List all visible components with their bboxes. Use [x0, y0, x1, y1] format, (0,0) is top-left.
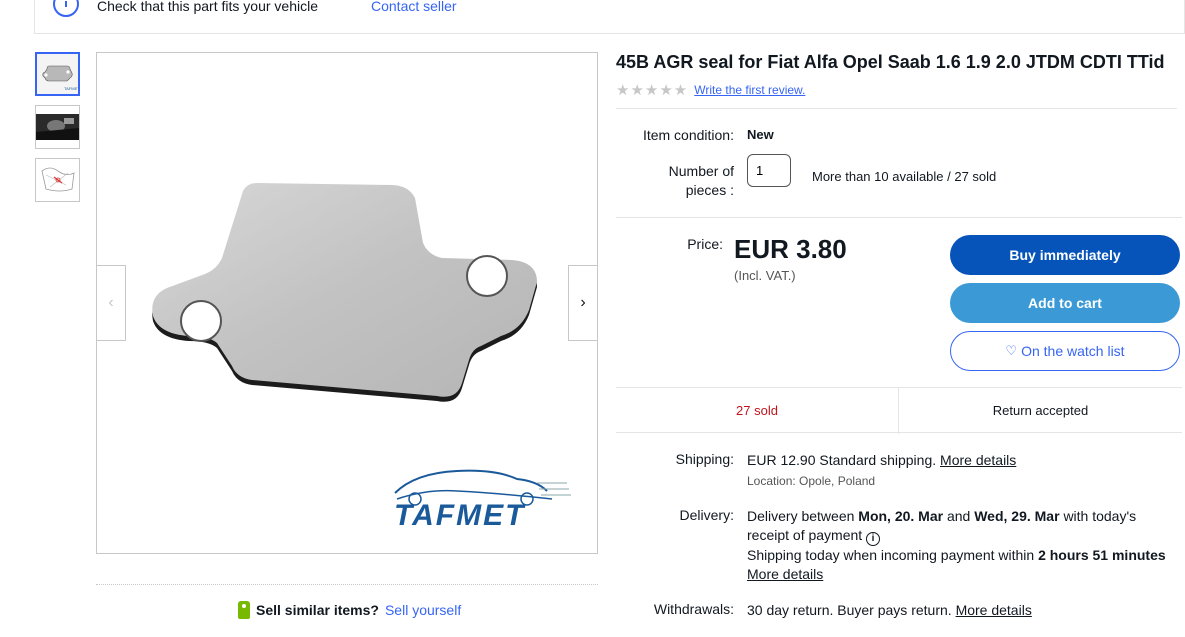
divider [96, 584, 598, 585]
add-to-cart-button[interactable]: Add to cart [950, 283, 1180, 323]
rating-row: ★★★★★ Write the first review. [616, 81, 805, 99]
returns-more-details-link[interactable]: More details [956, 602, 1032, 618]
withdrawals-details: 30 day return. Buyer pays return. More d… [747, 601, 1032, 620]
delivery-prefix: Delivery between [747, 508, 855, 524]
chevron-right-icon: › [580, 294, 586, 311]
item-location: Location: Opole, Poland [747, 474, 876, 488]
delivery-date-from: Mon, 20. Mar [858, 508, 944, 524]
shipping-price: EUR 12.90 [747, 452, 816, 468]
returns-status: Return accepted [992, 403, 1089, 418]
buy-now-button[interactable]: Buy immediately [950, 235, 1180, 275]
delivery-more-details-link[interactable]: More details [747, 566, 823, 582]
quantity-input[interactable] [747, 154, 791, 187]
svg-text:TAFMET: TAFMET [64, 86, 78, 91]
previous-image-button[interactable]: ‹ [96, 265, 126, 341]
heart-icon: ♡ [1005, 343, 1018, 358]
sell-yourself-link[interactable]: Sell yourself [385, 602, 461, 618]
watchlist-label: On the watch list [1021, 343, 1125, 359]
divider [616, 217, 1182, 218]
price-value: EUR 3.80 [734, 234, 847, 264]
vat-note: (Incl. VAT.) [734, 268, 796, 283]
quantity-label: Number of pieces : [668, 163, 734, 198]
thumbnail-1[interactable]: TAFMET [35, 52, 80, 96]
return-policy-text: 30 day return. Buyer pays return. [747, 602, 952, 618]
info-icon[interactable]: i [866, 532, 881, 546]
star-rating-icon: ★★★★★ [616, 82, 689, 99]
price-label: Price: [687, 236, 723, 252]
seal-plate-image [152, 183, 571, 506]
main-product-image[interactable]: TAFMET ‹ › [96, 52, 598, 554]
divider [616, 108, 1177, 109]
condition-value: New [747, 127, 774, 142]
withdrawals-label: Withdrawals: [653, 601, 734, 617]
brand-logo: TAFMET [394, 499, 526, 532]
thumbnail-3[interactable] [35, 158, 80, 202]
installed-part-thumbnail-image [36, 106, 79, 148]
fitment-text: Check that this part fits your vehicle [97, 0, 318, 14]
item-title: 45B AGR seal for Fiat Alfa Opel Saab 1.6… [616, 52, 1165, 72]
write-review-link[interactable]: Write the first review. [694, 83, 805, 97]
sales-stats-row: 27 sold Return accepted [616, 387, 1182, 434]
fitment-bar: Check that this part fits your vehicle C… [34, 0, 1185, 34]
delivery-label: Delivery: [679, 507, 734, 523]
condition-label: Item condition: [642, 127, 734, 143]
price-tag-icon [238, 601, 250, 619]
availability-text: More than 10 available / 27 sold [812, 169, 997, 184]
next-image-button[interactable]: › [568, 265, 598, 341]
sell-similar-prompt: Sell similar items? [256, 602, 379, 618]
contact-seller-link[interactable]: Contact seller [371, 0, 457, 14]
shipping-cutoff-text: Shipping today when incoming payment wit… [747, 547, 1035, 563]
time-remaining: 2 hours 51 minutes [1038, 547, 1166, 563]
watchlist-button[interactable]: ♡ On the watch list [950, 331, 1180, 371]
shipping-method: Standard shipping. [819, 452, 937, 468]
shipping-details: EUR 12.90 Standard shipping. More detail… [747, 451, 1016, 470]
info-icon [53, 0, 79, 17]
sold-count: 27 sold [736, 403, 778, 418]
sell-similar-row: Sell similar items? Sell yourself [238, 601, 461, 619]
diagram-thumbnail-image [36, 159, 79, 201]
delivery-details: Delivery between Mon, 20. Mar and Wed, 2… [747, 507, 1177, 584]
thumbnail-2[interactable] [35, 105, 80, 149]
shipping-label: Shipping: [675, 451, 734, 467]
delivery-and: and [946, 508, 971, 524]
seal-thumbnail-image: TAFMET [37, 54, 78, 94]
delivery-date-to: Wed, 29. Mar [974, 508, 1060, 524]
shipping-more-details-link[interactable]: More details [940, 452, 1016, 468]
chevron-left-icon: ‹ [108, 294, 114, 311]
